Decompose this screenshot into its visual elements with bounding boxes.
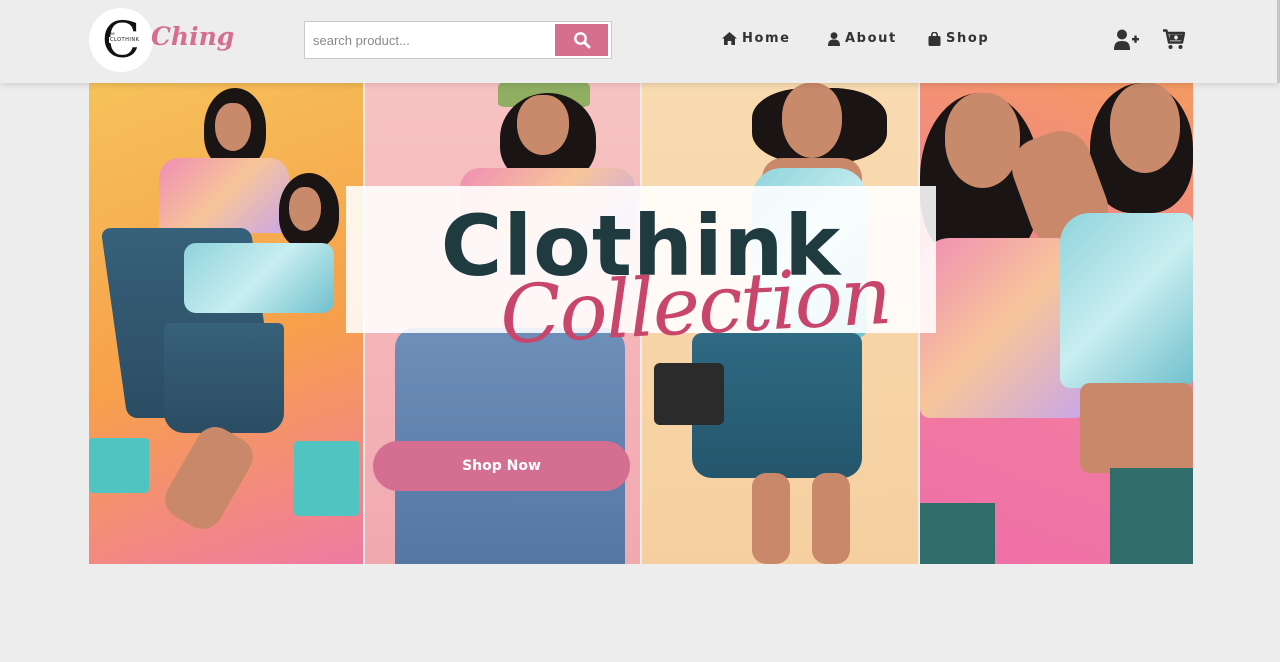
- nav-home[interactable]: Home: [722, 31, 791, 46]
- nav-shop[interactable]: Shop: [928, 31, 989, 46]
- brand-logo[interactable]: C the CLOTHINK: [89, 8, 153, 72]
- site-header: C the CLOTHINK Ching Home About Shop: [0, 0, 1280, 83]
- cart-icon: [1163, 29, 1186, 49]
- home-icon: [722, 32, 737, 45]
- logo-script-text[interactable]: Ching: [151, 22, 234, 51]
- nav-about[interactable]: About: [828, 31, 897, 46]
- user-plus-icon: [1114, 29, 1139, 50]
- nav-about-label: About: [845, 31, 897, 46]
- nav-shop-label: Shop: [946, 31, 990, 46]
- cart-button[interactable]: [1163, 29, 1186, 54]
- shop-now-button[interactable]: Shop Now: [373, 441, 630, 491]
- search-input[interactable]: [305, 22, 555, 58]
- logo-mini-top: the: [108, 31, 115, 36]
- search-button[interactable]: [555, 24, 608, 56]
- hero-photo-4: [920, 83, 1193, 564]
- logo-mini-text: CLOTHINK: [109, 37, 141, 43]
- shopping-bag-icon: [928, 31, 941, 46]
- hero-photo-1: [89, 83, 363, 564]
- register-button[interactable]: [1114, 29, 1139, 54]
- search-bar: [304, 21, 612, 59]
- search-icon: [573, 32, 590, 49]
- nav-home-label: Home: [742, 31, 791, 46]
- hero-script-title: Collection: [497, 248, 893, 363]
- user-icon: [828, 31, 840, 46]
